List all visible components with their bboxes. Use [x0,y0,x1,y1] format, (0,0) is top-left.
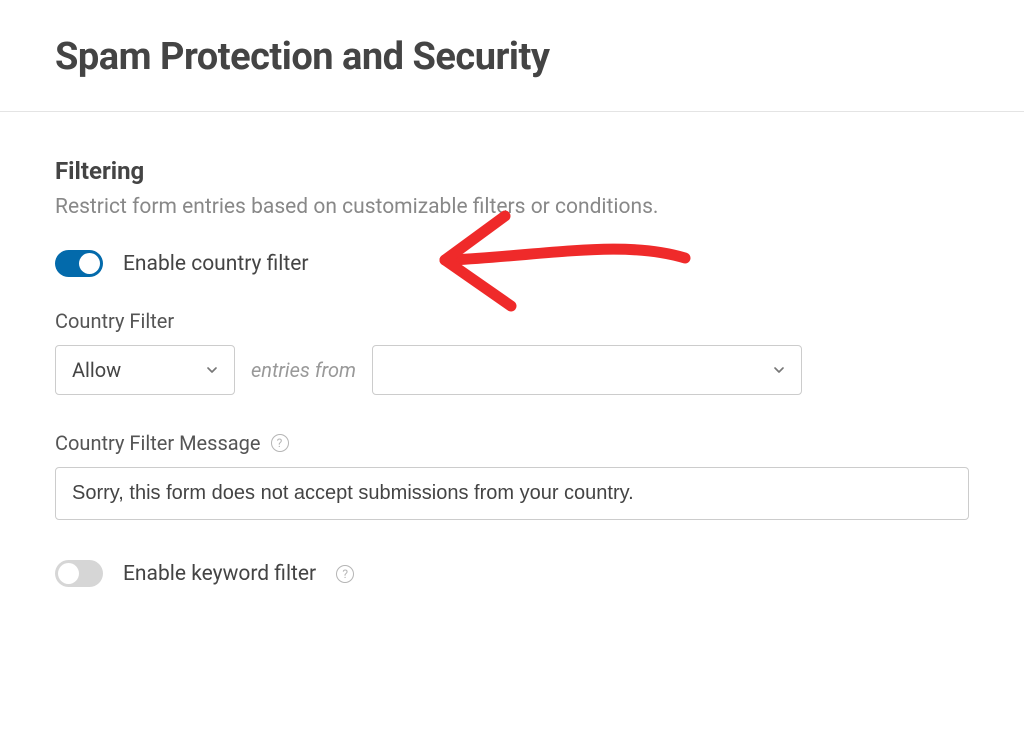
filtering-section-description: Restrict form entries based on customiza… [55,193,969,222]
annotation-arrow-icon [435,210,695,320]
section-divider [0,111,1024,112]
filtering-section-title: Filtering [55,157,969,185]
enable-country-filter-label: Enable country filter [123,252,309,276]
chevron-down-icon [204,362,220,378]
enable-country-filter-row: Enable country filter [55,250,969,277]
enable-keyword-filter-row: Enable keyword filter ? [55,560,969,587]
allow-deny-select[interactable]: Allow [55,345,235,395]
country-filter-message-label: Country Filter Message ? [55,431,969,455]
allow-deny-value: Allow [72,358,121,382]
chevron-down-icon [771,362,787,378]
country-filter-message-label-text: Country Filter Message [55,431,261,455]
toggle-knob [79,253,100,274]
enable-country-filter-toggle[interactable] [55,250,103,277]
country-filter-message-input[interactable] [55,467,969,520]
help-icon[interactable]: ? [271,434,289,452]
enable-keyword-filter-label: Enable keyword filter [123,562,316,586]
country-filter-label: Country Filter [55,309,969,333]
enable-keyword-filter-toggle[interactable] [55,560,103,587]
countries-select[interactable] [372,345,802,395]
help-icon[interactable]: ? [336,565,354,583]
country-filter-row: Allow entries from [55,345,969,395]
country-filter-label-text: Country Filter [55,309,174,333]
page-title: Spam Protection and Security [55,35,969,79]
entries-from-text: entries from [251,358,356,382]
toggle-knob [58,563,79,584]
